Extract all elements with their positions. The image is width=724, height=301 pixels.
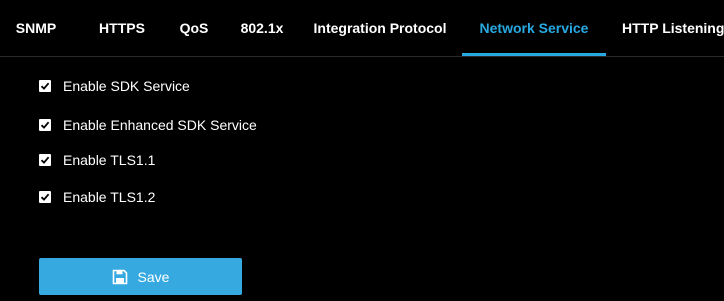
option-label: Enable TLS1.1 (63, 152, 156, 168)
tab-label: SNMP (15, 20, 57, 36)
option-enable-tls1-1[interactable]: Enable TLS1.1 (39, 150, 155, 170)
checkbox-checked-icon[interactable] (39, 80, 51, 92)
checkbox-checked-icon[interactable] (39, 119, 51, 131)
tab-https[interactable]: HTTPS (88, 0, 156, 56)
tab-qos[interactable]: QoS (172, 0, 216, 56)
tab-label: Integration Protocol (313, 20, 447, 36)
tab-integration-protocol[interactable]: Integration Protocol (308, 0, 452, 56)
tab-bar: SNMP HTTPS QoS 802.1x Integration Protoc… (0, 0, 724, 57)
tab-label: HTTPS (99, 20, 145, 36)
save-button[interactable]: Save (39, 258, 242, 295)
option-enable-sdk-service[interactable]: Enable SDK Service (39, 76, 190, 96)
tab-label: Network Service (479, 20, 589, 36)
tab-802-1x[interactable]: 802.1x (232, 0, 292, 56)
floppy-disk-icon (112, 269, 128, 285)
checkbox-checked-icon[interactable] (39, 154, 51, 166)
option-label: Enable TLS1.2 (63, 189, 156, 205)
option-label: Enable Enhanced SDK Service (63, 117, 257, 133)
tab-http-listening[interactable]: HTTP Listening (612, 0, 724, 56)
tab-snmp[interactable]: SNMP (8, 0, 64, 56)
tab-label: 802.1x (240, 20, 284, 36)
tab-label: HTTP Listening (622, 20, 724, 36)
tab-network-service[interactable]: Network Service (462, 0, 606, 56)
option-enable-tls1-2[interactable]: Enable TLS1.2 (39, 187, 155, 207)
active-tab-indicator (462, 53, 606, 56)
checkbox-checked-icon[interactable] (39, 191, 51, 203)
option-enable-enhanced-sdk-service[interactable]: Enable Enhanced SDK Service (39, 115, 257, 135)
save-button-label: Save (137, 268, 170, 285)
tab-label: QoS (179, 20, 209, 36)
option-label: Enable SDK Service (63, 78, 190, 94)
